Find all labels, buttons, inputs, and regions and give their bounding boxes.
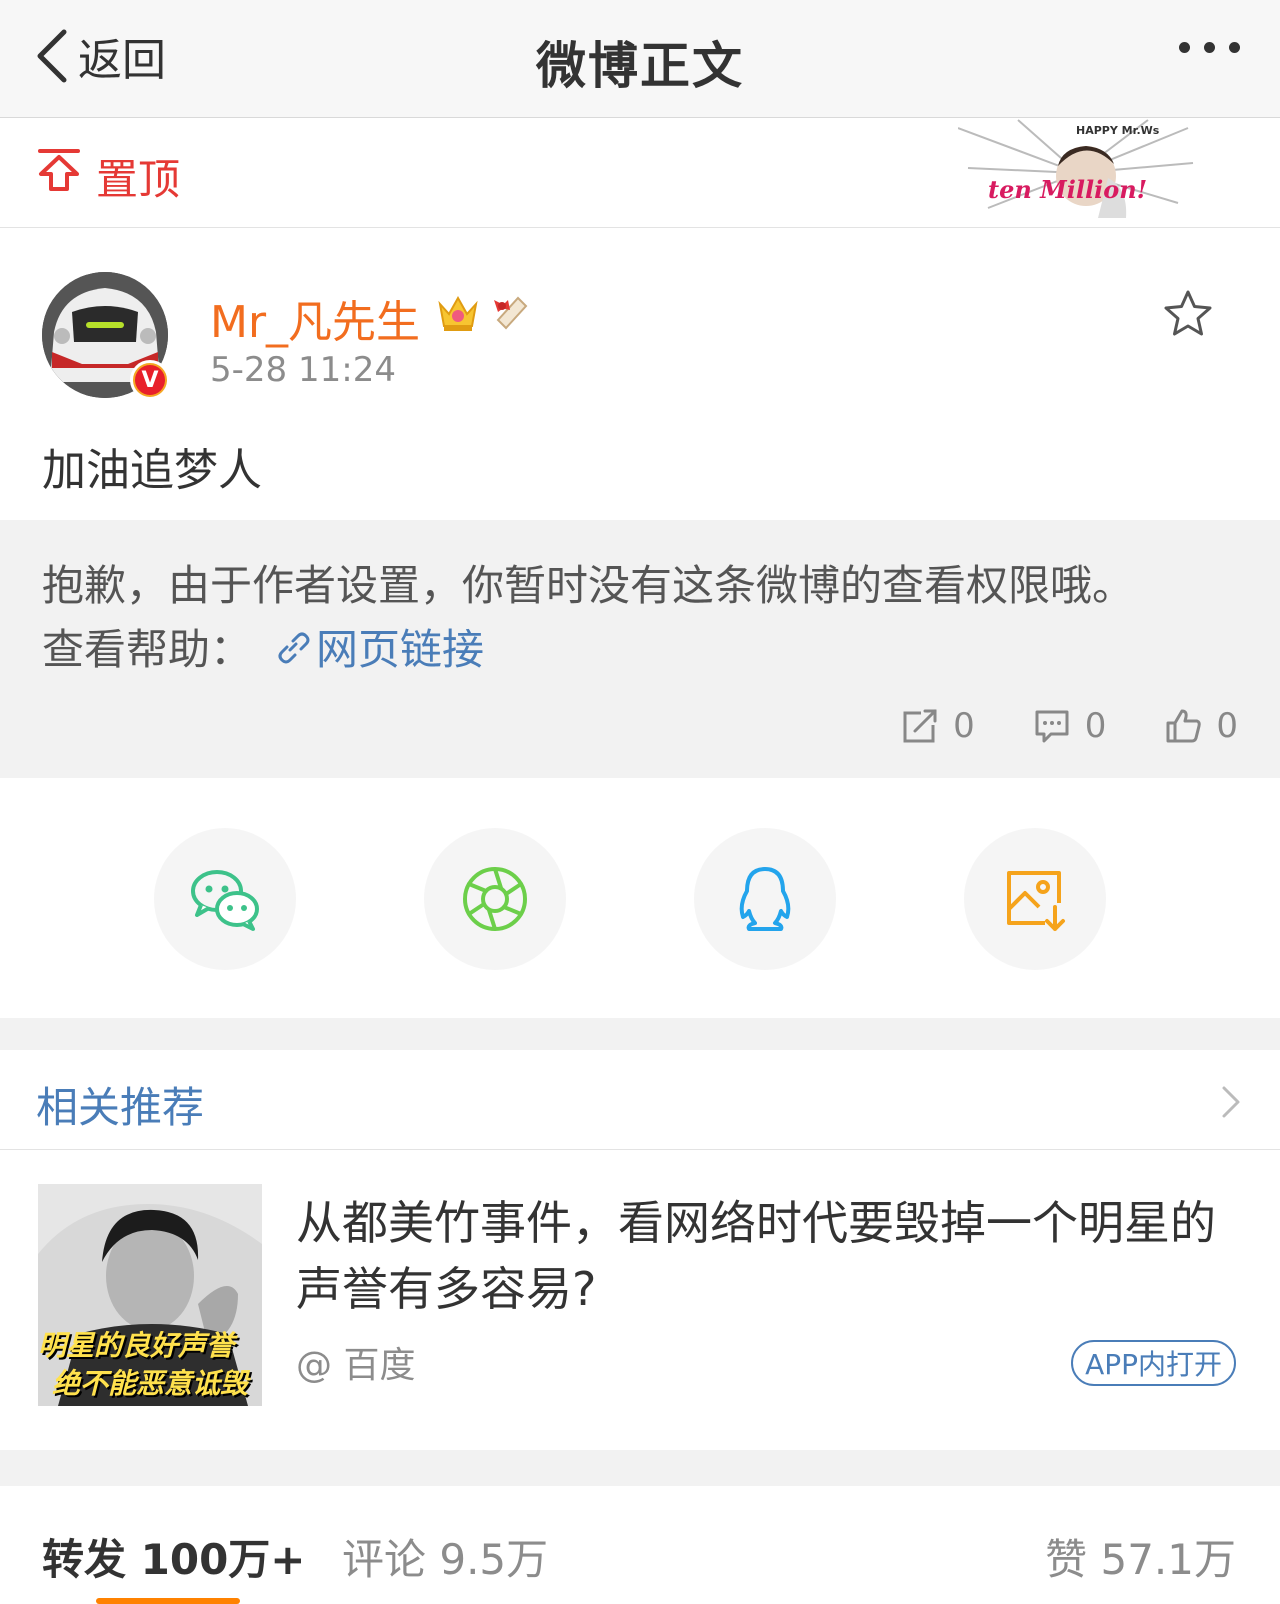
post-text: 加油追梦人 bbox=[42, 445, 262, 496]
article-source: @ 百度 bbox=[296, 1345, 416, 1386]
ten-million-banner: HAPPY Mr.Ws ten Million! bbox=[958, 119, 1194, 218]
dot-icon bbox=[1229, 42, 1240, 53]
qq-icon bbox=[739, 867, 791, 931]
repost-icon bbox=[903, 709, 937, 743]
article-headline: 从都美竹事件，看网络时代要毁掉一个明星的声誉有多容易? bbox=[296, 1196, 1216, 1316]
verified-mark: V bbox=[135, 365, 165, 395]
repost-count: 0 bbox=[953, 706, 975, 746]
share-moments-button[interactable] bbox=[424, 828, 566, 970]
wechat-icon bbox=[191, 870, 259, 931]
banner-top-text: HAPPY Mr.Ws bbox=[1076, 124, 1160, 137]
comment-count: 0 bbox=[1084, 706, 1107, 746]
moments-icon bbox=[463, 867, 527, 931]
save-image-button[interactable] bbox=[964, 828, 1106, 970]
verified-badge: V bbox=[130, 360, 170, 400]
article-thumbnail: 明星的良好声誉 绝不能恶意诋毁 bbox=[38, 1184, 262, 1406]
restricted-message: 抱歉，由于作者设置，你暂时没有这条微博的查看权限哦。 bbox=[42, 561, 1135, 610]
username[interactable]: Mr_凡先生 bbox=[210, 286, 420, 350]
comment-action[interactable]: 0 bbox=[1033, 706, 1107, 746]
more-options-button[interactable] bbox=[1179, 42, 1240, 53]
help-row: 查看帮助： 网页链接 bbox=[42, 616, 484, 677]
thumbs-up-icon bbox=[1166, 709, 1202, 743]
chevron-right-icon bbox=[1222, 1086, 1240, 1118]
related-title: 相关推荐 bbox=[36, 1083, 205, 1132]
share-row bbox=[0, 778, 1280, 1018]
pinned-label: 置顶 bbox=[96, 155, 181, 204]
gift-scroll-icon[interactable] bbox=[488, 290, 532, 334]
thumbnail-caption-1: 明星的良好声誉 bbox=[38, 1329, 235, 1362]
open-in-app-button[interactable]: APP内打开 bbox=[1071, 1340, 1236, 1386]
web-link-label: 网页链接 bbox=[316, 625, 485, 674]
stats-bar: 转发 100万+ 评论 9.5万 赞 57.1万 bbox=[0, 1486, 1280, 1604]
help-label: 查看帮助： bbox=[42, 625, 253, 674]
like-action[interactable]: 0 bbox=[1164, 706, 1238, 746]
like-count: 0 bbox=[1216, 706, 1238, 746]
related-article[interactable]: 明星的良好声誉 绝不能恶意诋毁 从都美竹事件，看网络时代要毁掉一个明星的声誉有多… bbox=[0, 1150, 1280, 1450]
thumbnail-caption-2: 绝不能恶意诋毁 bbox=[52, 1367, 249, 1400]
active-tab-indicator bbox=[96, 1598, 240, 1604]
star-icon[interactable] bbox=[1162, 288, 1214, 340]
comment-icon bbox=[1035, 710, 1069, 743]
crown-icon[interactable] bbox=[436, 290, 480, 334]
dot-icon bbox=[1179, 42, 1190, 53]
related-header[interactable]: 相关推荐 bbox=[0, 1050, 1280, 1150]
post-actions: 0 0 0 bbox=[901, 706, 1238, 746]
top-nav-bar: 返回 微博正文 bbox=[0, 0, 1280, 118]
share-wechat-button[interactable] bbox=[154, 828, 296, 970]
user-badges bbox=[436, 290, 532, 334]
web-link[interactable]: 网页链接 bbox=[274, 616, 484, 677]
restricted-notice: 抱歉，由于作者设置，你暂时没有这条微博的查看权限哦。 查看帮助： 网页链接 0 bbox=[0, 520, 1280, 778]
save-image-icon bbox=[1007, 871, 1065, 931]
share-qq-button[interactable] bbox=[694, 828, 836, 970]
dot-icon bbox=[1204, 42, 1215, 53]
tab-comment[interactable]: 评论 9.5万 bbox=[342, 1526, 548, 1587]
page-title: 微博正文 bbox=[536, 37, 744, 95]
pinned-row: 置顶 HAPPY Mr.Ws ten Million! bbox=[0, 118, 1280, 228]
tab-repost[interactable]: 转发 100万+ bbox=[42, 1526, 306, 1587]
link-icon bbox=[278, 632, 310, 663]
repost-action[interactable]: 0 bbox=[901, 706, 975, 746]
tab-like[interactable]: 赞 57.1万 bbox=[1045, 1526, 1236, 1587]
post-timestamp: 5-28 11:24 bbox=[210, 350, 396, 390]
pin-top-icon bbox=[38, 149, 80, 191]
post-card: V Mr_凡先生 5-28 11:24 加油追梦人 bbox=[0, 228, 1280, 520]
banner-main-text: ten Million! bbox=[988, 175, 1147, 204]
